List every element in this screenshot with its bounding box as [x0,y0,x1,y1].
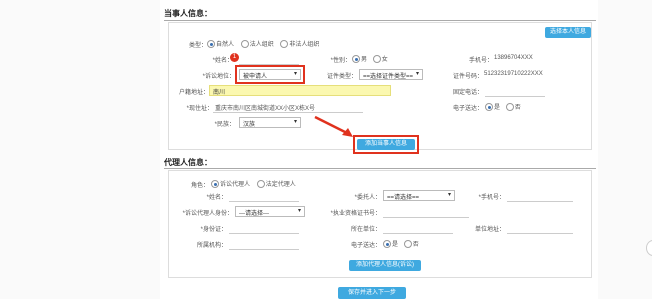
agent-eservice-label: 电子送达： [350,243,381,249]
fixed-phone-label: 固定电话： [452,90,483,96]
step-badge: 1 [230,53,239,62]
type-radio-nonlegal[interactable] [280,40,289,49]
agent-form-box: 角色： 诉讼代理人 法定代理人 *姓名： *委托人： ==请选择== *手机号：… [168,170,592,278]
fixed-phone-input-line[interactable] [485,96,545,97]
role-option-legal: 法定代理人 [265,182,296,188]
address-input-line [213,112,363,113]
eservice-option-no: 否 [514,105,521,111]
hukou-label: 户籍地址： [178,90,209,96]
cert-no-value[interactable]: 51232319710222XXX [484,71,543,77]
principal-select[interactable]: ==请选择== [383,190,455,201]
org-label: 所属机构： [196,243,227,249]
name-label: *姓名： [212,58,233,64]
phone-value[interactable]: 13896704XXX [494,55,533,61]
role-radio-litigation[interactable] [211,180,219,189]
role-radio-legal[interactable] [256,180,265,189]
unit-address-label: 单位地址： [474,227,505,233]
add-agent-button[interactable]: 添加代理人信息(诉讼) [349,260,421,271]
select-self-button[interactable]: 选择本人信息 [545,27,591,38]
pointer-arrow-icon [314,115,353,137]
agent-eservice-option-yes: 是 [392,242,399,248]
agent-eservice-radio-no[interactable] [403,240,412,249]
principal-label: *委托人： [354,195,381,201]
party-section-title: 当事人信息： [164,9,212,18]
unit-input-line[interactable] [383,233,453,234]
agent-section-divider [164,168,596,169]
eservice-label: 电子送达： [452,106,483,112]
litigation-status-label: *诉讼地位： [202,74,235,80]
role-label: 角色： [190,183,209,189]
agent-id-input-line[interactable] [229,233,299,234]
agent-eservice-radio-group: 是 否 [383,239,419,249]
ethnic-select[interactable]: 汉族 [239,117,301,128]
agent-phone-label: *手机号： [478,195,505,201]
agent-identity-label: *诉讼代理人身份： [182,211,233,217]
gender-radio-female[interactable] [372,55,381,64]
type-option-natural: 自然人 [216,42,235,48]
eservice-radio-no[interactable] [505,103,514,112]
agent-section-title: 代理人信息： [164,158,212,167]
party-form-box: 选择本人信息 类型： 自然人 法人组织 非法人组织 *姓名： 1 *性别： 男 … [168,22,592,154]
agent-name-input-line[interactable] [229,201,299,202]
save-next-button[interactable]: 保存并进入下一步 [338,287,406,299]
party-section-divider [164,20,596,21]
unit-address-input-line[interactable] [507,233,573,234]
cert-type-label: 证件类型： [326,74,357,80]
eservice-radio-group: 是 否 [485,102,521,112]
page-left-margin [0,0,160,299]
role-option-litigation: 诉讼代理人 [220,182,251,188]
type-radio-natural[interactable] [207,40,215,49]
role-radio-group: 诉讼代理人 法定代理人 [211,179,296,189]
gender-radio-group: 男 女 [352,54,388,64]
phone-label: 手机号： [468,58,493,64]
type-radio-group: 自然人 法人组织 非法人组织 [207,39,320,49]
unit-label: 所在单位： [350,227,381,233]
agent-id-label: *身份证： [200,227,227,233]
eservice-option-yes: 是 [494,105,501,111]
type-option-nonlegal: 非法人组织 [289,42,320,48]
ethnic-label: *民族： [214,122,235,128]
license-input-line[interactable] [383,217,469,218]
org-input-line[interactable] [229,249,299,250]
type-label: 类型： [188,43,207,49]
add-party-highlight-box [353,135,419,154]
gender-option-male: 男 [361,57,368,63]
gender-option-female: 女 [381,57,388,63]
license-label: *执业资格证书号： [330,211,381,217]
status-highlight-box [235,65,305,84]
agent-name-label: *姓名： [206,195,227,201]
type-option-legal: 法人组织 [249,42,274,48]
address-value[interactable]: 重庆市南川区南城街道XX小区X栋X号 [215,103,315,112]
agent-phone-input-line[interactable] [507,201,573,202]
address-label: *现住址： [186,106,213,112]
page-right-margin [598,0,652,299]
eservice-radio-yes[interactable] [485,103,493,112]
agent-identity-select[interactable]: ---请选择--- [235,206,305,217]
gender-label: *性别： [330,58,351,64]
gender-radio-male[interactable] [352,55,360,64]
form-container: 当事人信息： 选择本人信息 类型： 自然人 法人组织 非法人组织 *姓名： 1 … [160,0,598,299]
agent-eservice-option-no: 否 [412,242,419,248]
type-radio-legal[interactable] [240,40,249,49]
cert-type-select[interactable]: ==选择证件类型== [359,69,423,80]
hukou-input[interactable]: 南川 [209,85,391,96]
agent-eservice-radio-yes[interactable] [383,240,391,249]
cert-no-label: 证件号码： [452,74,483,80]
